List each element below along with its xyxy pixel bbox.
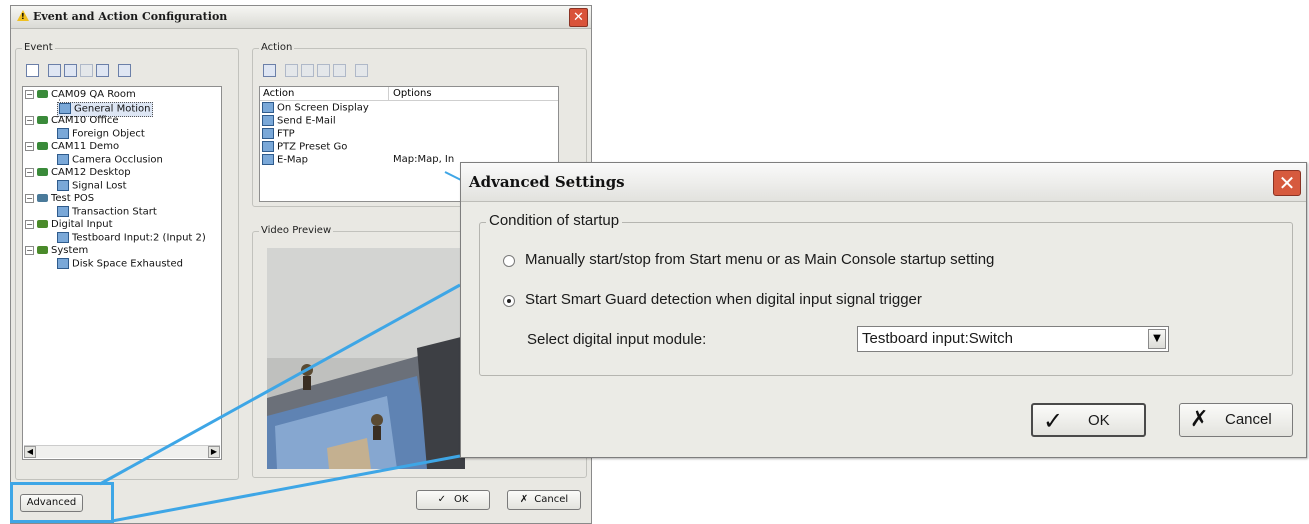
radio-digital-input[interactable] [503, 295, 515, 307]
advanced-title-bar: Advanced Settings ✕ [461, 163, 1306, 202]
module-select[interactable]: Testboard input:Switch ▼ [857, 326, 1169, 352]
startup-condition-group: Condition of startup Manually start/stop… [479, 212, 1293, 376]
advanced-settings-dialog: Advanced Settings ✕ Condition of startup… [460, 162, 1307, 458]
advanced-close-button[interactable]: ✕ [1273, 170, 1301, 196]
radio-manual-label[interactable]: Manually start/stop from Start menu or a… [525, 251, 994, 268]
startup-condition-label: Condition of startup [486, 212, 623, 229]
advanced-ok-button[interactable]: ✓ OK [1031, 403, 1146, 437]
radio-digital-input-label[interactable]: Start Smart Guard detection when digital… [525, 291, 922, 308]
radio-manual[interactable] [503, 255, 515, 267]
x-icon: ✗ [1190, 407, 1209, 432]
chevron-down-icon[interactable]: ▼ [1148, 329, 1166, 349]
module-select-label: Select digital input module: [527, 331, 707, 348]
module-select-value: Testboard input:Switch [862, 330, 1013, 347]
check-icon: ✓ [1043, 407, 1064, 435]
advanced-cancel-button[interactable]: ✗ Cancel [1179, 403, 1293, 437]
advanced-title: Advanced Settings [469, 173, 625, 191]
